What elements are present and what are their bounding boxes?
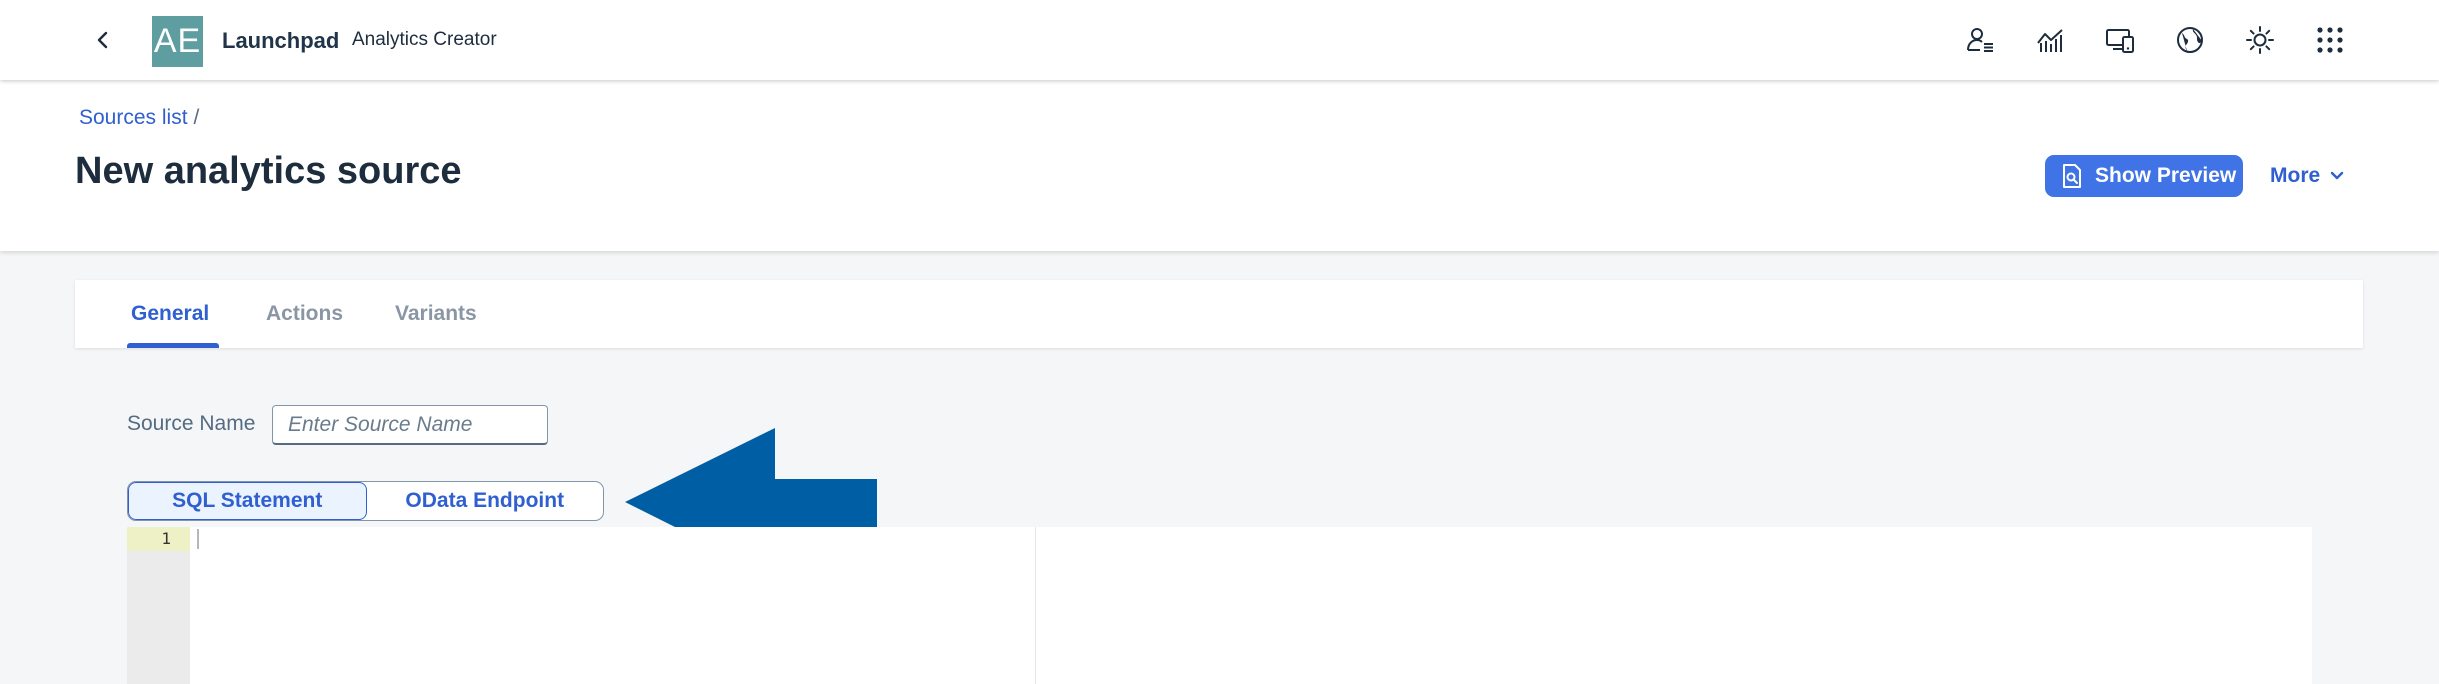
breadcrumb-separator: / <box>193 106 200 129</box>
app-title[interactable]: Launchpad <box>222 28 339 54</box>
source-name-input[interactable] <box>272 405 548 445</box>
user-settings-button[interactable] <box>1962 22 1998 58</box>
devices-button[interactable] <box>2102 22 2138 58</box>
tab-general[interactable]: General <box>131 302 209 326</box>
page-header: Sources list / New analytics source Show … <box>0 80 2439 251</box>
tab-bar: General Actions Variants <box>75 280 2363 348</box>
analytics-button[interactable] <box>2032 22 2068 58</box>
line-number: 1 <box>161 529 171 548</box>
editor-cursor <box>197 529 199 549</box>
segment-sql-statement[interactable]: SQL Statement <box>128 482 367 520</box>
preview-pane <box>1036 527 2312 684</box>
language-button[interactable] <box>2172 22 2208 58</box>
line-chart-icon <box>2037 29 2063 52</box>
show-preview-button[interactable]: Show Preview <box>2045 155 2243 197</box>
breadcrumb: Sources list / <box>79 106 199 130</box>
back-button[interactable] <box>88 25 118 55</box>
shell-bar: AE Launchpad Analytics Creator <box>0 0 2439 80</box>
app-logo[interactable]: AE <box>152 16 203 67</box>
devices-icon <box>2106 29 2134 53</box>
more-label: More <box>2270 164 2321 187</box>
sun-icon <box>2246 26 2274 54</box>
source-name-label: Source Name <box>127 412 256 435</box>
breadcrumb-sources-list[interactable]: Sources list <box>79 106 188 129</box>
theme-button[interactable] <box>2242 22 2278 58</box>
app-grid-button[interactable] <box>2312 22 2348 58</box>
document-search-icon <box>2063 164 2081 188</box>
chevron-down-icon <box>2330 171 2344 180</box>
user-settings-icon <box>1967 28 1993 52</box>
source-type-segmented-button: SQL Statement OData Endpoint <box>127 481 604 521</box>
globe-icon <box>2177 27 2203 53</box>
shell-actions <box>1962 22 2348 58</box>
app-subtitle: Analytics Creator <box>352 29 497 50</box>
sql-editor[interactable]: 1 <box>127 527 1036 684</box>
more-button[interactable]: More <box>2270 164 2346 188</box>
segment-odata-endpoint[interactable]: OData Endpoint <box>367 482 604 520</box>
app-grid-icon <box>2317 27 2343 53</box>
active-tab-indicator <box>127 343 219 348</box>
chevron-left-icon <box>97 31 108 49</box>
page-title: New analytics source <box>75 150 462 192</box>
tab-variants[interactable]: Variants <box>395 302 477 326</box>
show-preview-label: Show Preview <box>2095 164 2237 187</box>
tab-actions[interactable]: Actions <box>266 302 343 326</box>
